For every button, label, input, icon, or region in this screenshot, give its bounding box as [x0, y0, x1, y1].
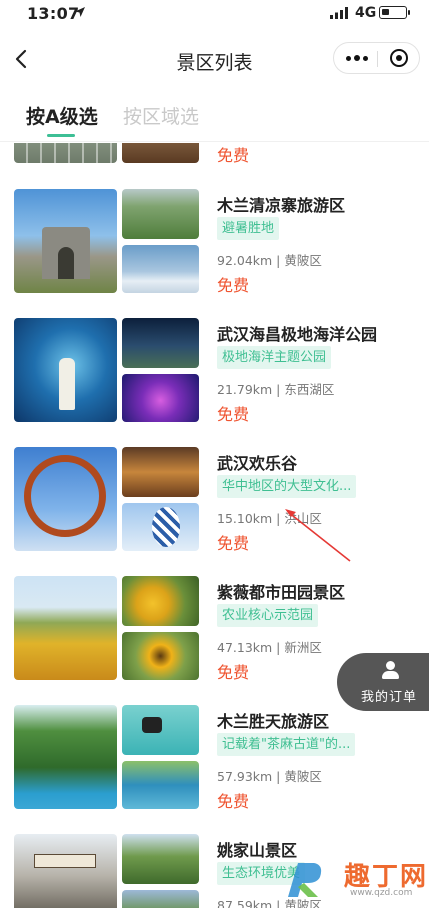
nav-bar: 景区列表 — [0, 36, 429, 84]
item-price: 免费 — [217, 792, 250, 811]
item-distance-district: 21.79km | 东西湖区 — [217, 382, 335, 397]
item-tag: 华中地区的大型文化... — [217, 475, 357, 498]
item-tag: 记载着"茶麻古道"的... — [217, 733, 356, 756]
scenic-main-photo — [14, 189, 117, 293]
item-distance-district: 92.04km | 黄陂区 — [217, 253, 322, 268]
item-price: 免费 — [217, 663, 250, 682]
scenic-list[interactable]: 免费 木兰清凉寨旅游区 避暑胜地 92.04km | 黄陂区 免费 武汉海昌极地… — [0, 143, 429, 908]
scenic-thumb-photo — [122, 245, 199, 293]
scenic-thumb-photo — [122, 632, 199, 680]
list-item[interactable]: 武汉海昌极地海洋公园 极地海洋主题公园 21.79km | 东西湖区 免费 — [0, 318, 429, 426]
item-tag: 避暑胜地 — [217, 217, 280, 240]
scenic-thumb-photo — [122, 761, 199, 809]
scenic-main-photo — [14, 834, 117, 908]
status-bar: 13:07 4G — [0, 0, 429, 28]
tab-by-region[interactable]: 按区域选 — [123, 102, 199, 129]
filter-tabs: 按A级选 按区域选 — [0, 96, 429, 142]
annotation-arrow-icon — [285, 509, 351, 562]
item-tag: 农业核心示范园 — [217, 604, 319, 627]
list-item[interactable]: 武汉欢乐谷 华中地区的大型文化... 15.10km | 洪山区 免费 — [0, 447, 429, 555]
tab-by-a-level[interactable]: 按A级选 — [26, 102, 98, 129]
status-time: 13:07 — [27, 4, 80, 23]
watermark-url: www.qzd.com — [350, 888, 413, 898]
item-tag: 极地海洋主题公园 — [217, 346, 332, 369]
scenic-thumb-photo — [122, 576, 199, 626]
signal-icon — [330, 7, 348, 19]
list-item[interactable]: 木兰清凉寨旅游区 避暑胜地 92.04km | 黄陂区 免费 — [0, 189, 429, 297]
item-name: 木兰胜天旅游区 — [217, 712, 330, 731]
scenic-thumb-photo — [122, 447, 199, 497]
item-price: 免费 — [217, 276, 250, 295]
scenic-thumb-photo — [122, 318, 199, 368]
list-item[interactable]: 免费 — [0, 143, 429, 167]
item-name: 武汉欢乐谷 — [217, 454, 298, 473]
capsule-divider — [377, 51, 378, 67]
watermark-logo-icon — [288, 863, 322, 897]
scenic-thumb-photo — [122, 834, 199, 884]
scenic-thumb-photo — [122, 890, 199, 908]
user-icon — [382, 661, 399, 679]
item-distance-district: 57.93km | 黄陂区 — [217, 769, 322, 784]
scenic-thumb-photo — [122, 374, 199, 422]
my-orders-label: 我的订单 — [361, 690, 418, 705]
item-price: 免费 — [217, 534, 250, 553]
location-arrow-icon — [75, 7, 85, 17]
scenic-main-photo — [14, 143, 117, 163]
item-price: 免费 — [217, 146, 250, 165]
item-name: 武汉海昌极地海洋公园 — [217, 325, 378, 344]
scenic-thumb-photo — [122, 189, 199, 239]
more-icon[interactable] — [343, 43, 371, 73]
scenic-main-photo — [14, 447, 117, 551]
item-distance-district: 47.13km | 新洲区 — [217, 640, 322, 655]
item-name: 紫薇都市田园景区 — [217, 583, 346, 602]
scenic-thumb-photo — [122, 143, 199, 163]
battery-icon — [379, 6, 410, 19]
list-item[interactable]: 木兰胜天旅游区 记载着"茶麻古道"的... 57.93km | 黄陂区 免费 — [0, 705, 429, 813]
mini-program-capsule — [333, 42, 420, 74]
active-tab-indicator — [47, 134, 75, 137]
scenic-main-photo — [14, 318, 117, 422]
my-orders-button[interactable]: 我的订单 — [337, 653, 429, 711]
item-price: 免费 — [217, 405, 250, 424]
watermark: 趣丁网 www.qzd.com — [280, 853, 429, 908]
close-miniprogram-icon[interactable] — [390, 49, 408, 67]
scenic-main-photo — [14, 705, 117, 809]
network-type: 4G — [355, 5, 377, 21]
item-name: 木兰清凉寨旅游区 — [217, 196, 346, 215]
scenic-thumb-photo — [122, 503, 199, 551]
scenic-thumb-photo — [122, 705, 199, 755]
scenic-main-photo — [14, 576, 117, 680]
